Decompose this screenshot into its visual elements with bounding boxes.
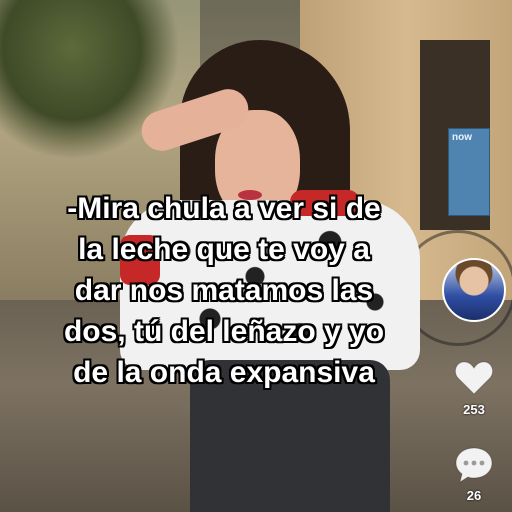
creator-avatar[interactable]: [442, 258, 506, 322]
video-caption: -Mira chula a ver si de la leche que te …: [18, 188, 430, 393]
comment-count: 26: [466, 488, 482, 503]
caption-line: -Mira chula a ver si de: [67, 192, 381, 225]
caption-line: dos, tú del leñazo y yo: [63, 315, 385, 348]
heart-icon[interactable]: [454, 360, 494, 396]
caption-line: de la onda expansiva: [73, 356, 375, 389]
caption-line: dar nos matamos las: [74, 274, 374, 307]
caption-line: la leche que te voy a: [78, 233, 370, 266]
like-count: 253: [463, 402, 485, 417]
comment-bubble-icon[interactable]: [454, 446, 494, 484]
background-sign-text: now: [452, 132, 472, 143]
